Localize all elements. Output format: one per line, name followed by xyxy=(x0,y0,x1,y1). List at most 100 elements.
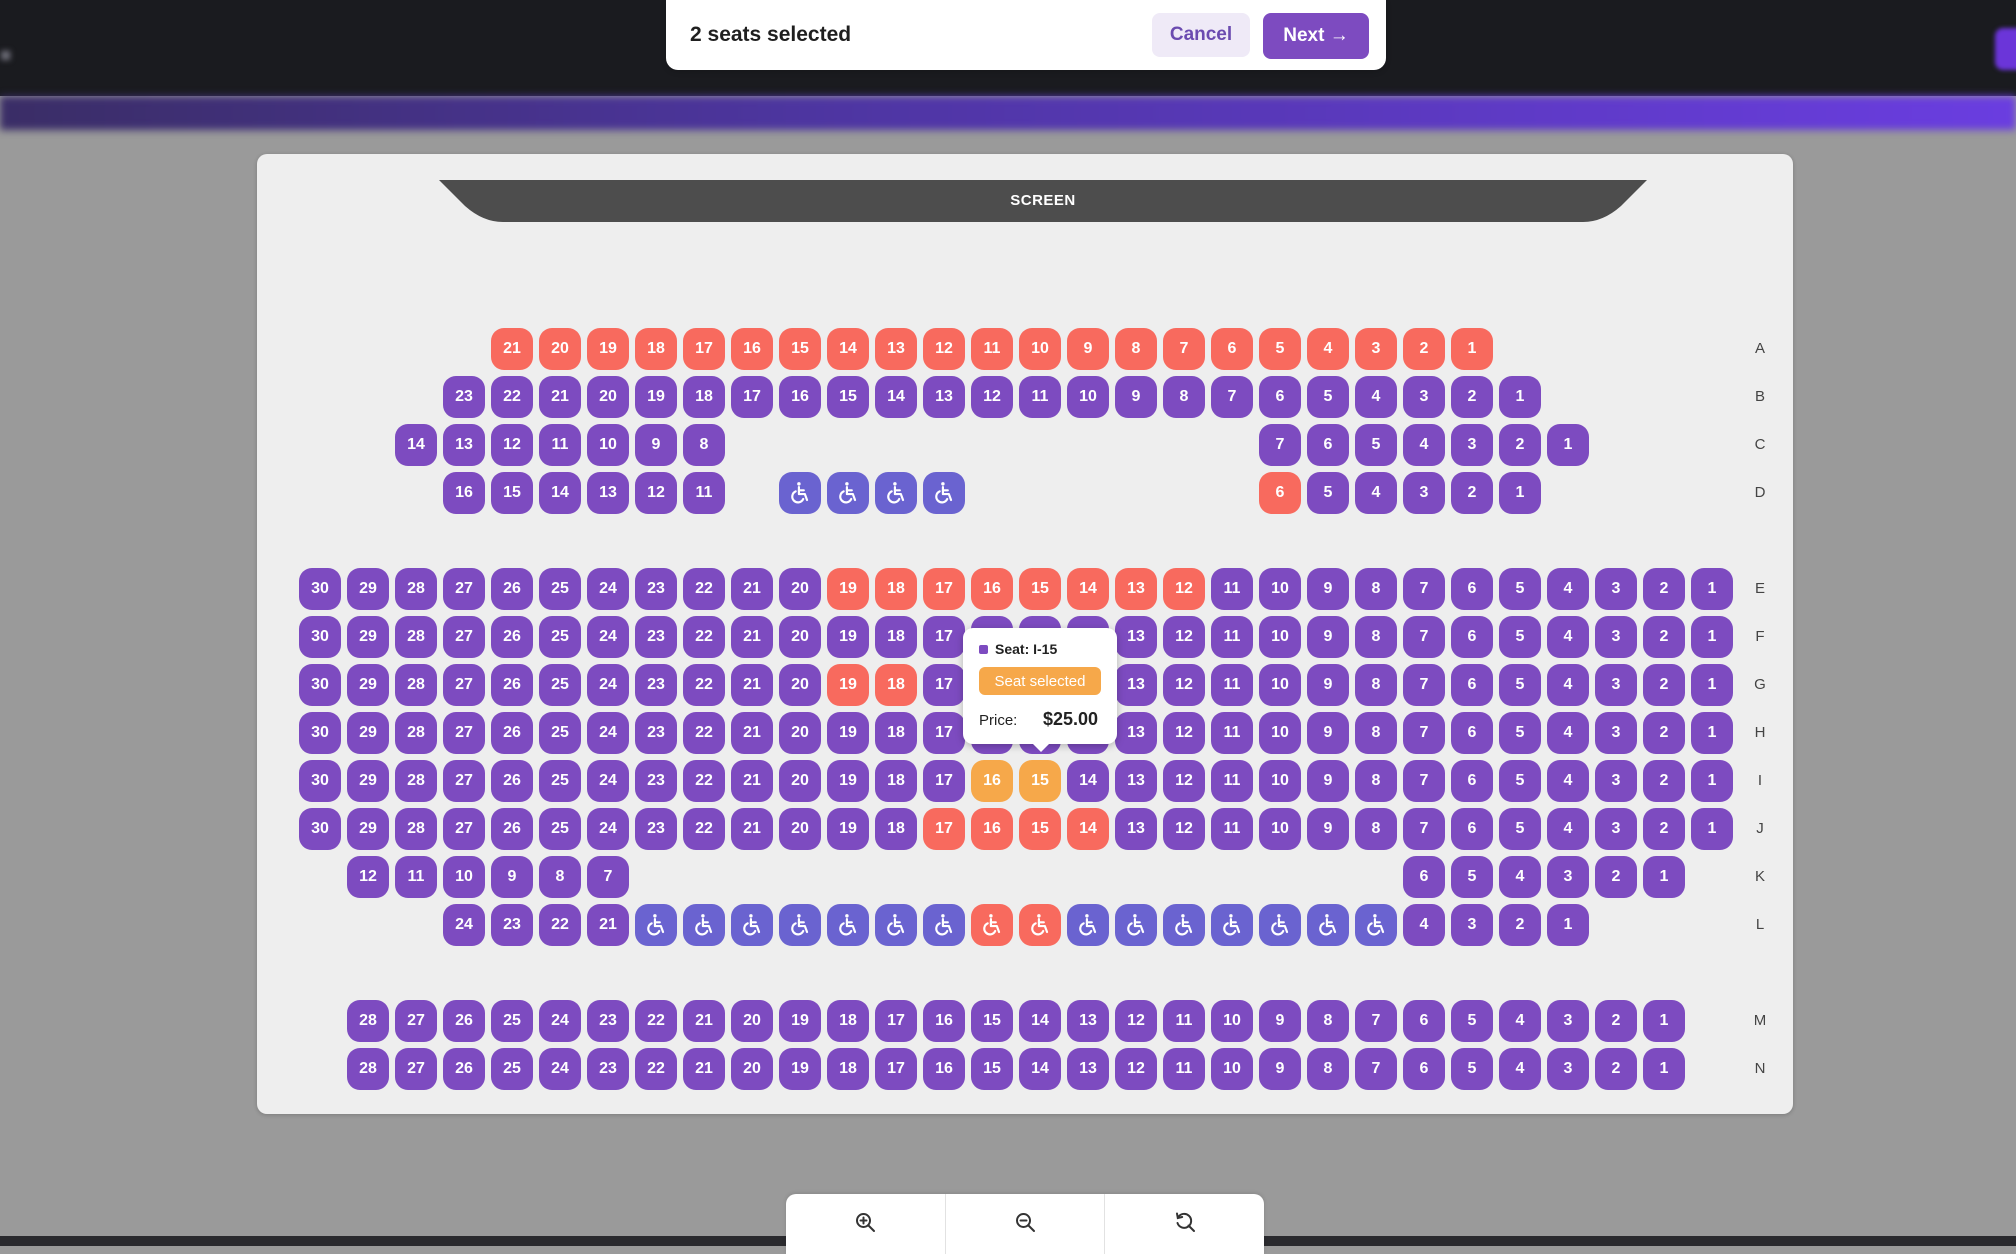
seat[interactable]: 28 xyxy=(395,664,437,706)
seat[interactable]: 2 xyxy=(1499,904,1541,946)
seat[interactable]: 27 xyxy=(443,760,485,802)
seat[interactable]: 4 xyxy=(1499,856,1541,898)
seat[interactable]: 9 xyxy=(1307,712,1349,754)
seat[interactable]: 18 xyxy=(875,808,917,850)
accessible-seat[interactable] xyxy=(1307,904,1349,946)
seat[interactable]: 10 xyxy=(443,856,485,898)
seat[interactable]: 27 xyxy=(443,664,485,706)
seat[interactable]: 7 xyxy=(1259,424,1301,466)
seat[interactable]: 12 xyxy=(635,472,677,514)
seat[interactable]: 11 xyxy=(1163,1000,1205,1042)
seat[interactable]: 29 xyxy=(347,712,389,754)
seat[interactable]: 4 xyxy=(1403,424,1445,466)
seat[interactable]: 5 xyxy=(1499,568,1541,610)
seat[interactable]: 3 xyxy=(1451,904,1493,946)
seat[interactable]: 24 xyxy=(587,616,629,658)
seat[interactable]: 9 xyxy=(635,424,677,466)
seat[interactable]: 14 xyxy=(875,376,917,418)
seat[interactable]: 8 xyxy=(1355,760,1397,802)
seat[interactable]: 21 xyxy=(683,1048,725,1090)
seat[interactable]: 6 xyxy=(1403,1000,1445,1042)
seat[interactable]: 26 xyxy=(491,760,533,802)
seat[interactable]: 23 xyxy=(635,568,677,610)
seat[interactable]: 5 xyxy=(1451,856,1493,898)
seat[interactable]: 26 xyxy=(491,568,533,610)
seat[interactable]: 14 xyxy=(395,424,437,466)
seat[interactable]: 6 xyxy=(1259,376,1301,418)
seat[interactable]: 5 xyxy=(1499,760,1541,802)
seat[interactable]: 13 xyxy=(1067,1000,1109,1042)
seat[interactable]: 23 xyxy=(635,712,677,754)
seat[interactable]: 19 xyxy=(779,1000,821,1042)
seat[interactable]: 1 xyxy=(1643,1000,1685,1042)
seat[interactable]: 17 xyxy=(923,760,965,802)
seat[interactable]: 8 xyxy=(1355,616,1397,658)
seat[interactable]: 30 xyxy=(299,664,341,706)
seat[interactable]: 4 xyxy=(1547,568,1589,610)
seat[interactable]: 25 xyxy=(539,664,581,706)
seat[interactable]: 28 xyxy=(395,808,437,850)
seat[interactable]: 2 xyxy=(1643,568,1685,610)
accessible-seat[interactable] xyxy=(1067,904,1109,946)
seat[interactable]: 13 xyxy=(1115,760,1157,802)
seat[interactable]: 1 xyxy=(1547,904,1589,946)
seat[interactable]: 4 xyxy=(1499,1048,1541,1090)
seat[interactable]: 19 xyxy=(779,1048,821,1090)
seat[interactable]: 24 xyxy=(587,568,629,610)
seat[interactable]: 12 xyxy=(1115,1048,1157,1090)
seat[interactable]: 12 xyxy=(347,856,389,898)
accessible-seat[interactable] xyxy=(779,904,821,946)
seat[interactable]: 6 xyxy=(1451,616,1493,658)
seat[interactable]: 10 xyxy=(1259,664,1301,706)
seat[interactable]: 16 xyxy=(443,472,485,514)
seat[interactable]: 18 xyxy=(827,1048,869,1090)
seat[interactable]: 2 xyxy=(1643,712,1685,754)
seat[interactable]: 4 xyxy=(1403,904,1445,946)
seat[interactable]: 3 xyxy=(1403,472,1445,514)
seat[interactable]: 20 xyxy=(779,712,821,754)
seat[interactable]: 19 xyxy=(827,760,869,802)
seat[interactable]: 10 xyxy=(1211,1000,1253,1042)
seat[interactable]: 28 xyxy=(395,712,437,754)
seat[interactable]: 21 xyxy=(731,568,773,610)
seat[interactable]: 18 xyxy=(875,616,917,658)
seat[interactable]: 24 xyxy=(539,1000,581,1042)
seat[interactable]: 4 xyxy=(1547,712,1589,754)
seat[interactable]: 9 xyxy=(491,856,533,898)
seat[interactable]: 22 xyxy=(491,376,533,418)
seat[interactable]: 15 xyxy=(491,472,533,514)
next-button[interactable]: Next → xyxy=(1263,13,1369,59)
seat[interactable]: 2 xyxy=(1451,376,1493,418)
seat[interactable]: 23 xyxy=(635,760,677,802)
seat[interactable]: 3 xyxy=(1595,616,1637,658)
seat[interactable]: 11 xyxy=(1163,1048,1205,1090)
seat[interactable]: 7 xyxy=(1355,1000,1397,1042)
seat[interactable]: 20 xyxy=(779,568,821,610)
seat[interactable]: 2 xyxy=(1499,424,1541,466)
seat[interactable]: 10 xyxy=(1211,1048,1253,1090)
seat[interactable]: 27 xyxy=(395,1048,437,1090)
seat[interactable]: 30 xyxy=(299,568,341,610)
seat[interactable]: 20 xyxy=(731,1048,773,1090)
accessible-seat[interactable] xyxy=(827,472,869,514)
seat[interactable]: 9 xyxy=(1307,616,1349,658)
seat[interactable]: 23 xyxy=(635,808,677,850)
seat[interactable]: 25 xyxy=(491,1000,533,1042)
seat[interactable]: 13 xyxy=(1067,1048,1109,1090)
accessible-seat[interactable] xyxy=(1211,904,1253,946)
seat[interactable]: 5 xyxy=(1451,1048,1493,1090)
seat[interactable]: 11 xyxy=(1211,616,1253,658)
seat[interactable]: 26 xyxy=(443,1048,485,1090)
seat[interactable]: 17 xyxy=(731,376,773,418)
seat[interactable]: 20 xyxy=(779,616,821,658)
seat[interactable]: 6 xyxy=(1451,760,1493,802)
seat[interactable]: 20 xyxy=(779,760,821,802)
accessible-seat[interactable] xyxy=(923,904,965,946)
seat[interactable]: 19 xyxy=(827,712,869,754)
seat[interactable]: 8 xyxy=(1355,808,1397,850)
accessible-seat[interactable] xyxy=(875,904,917,946)
seat[interactable]: 24 xyxy=(587,808,629,850)
seat[interactable]: 13 xyxy=(1115,664,1157,706)
seat[interactable]: 22 xyxy=(683,568,725,610)
seat[interactable]: 6 xyxy=(1451,808,1493,850)
